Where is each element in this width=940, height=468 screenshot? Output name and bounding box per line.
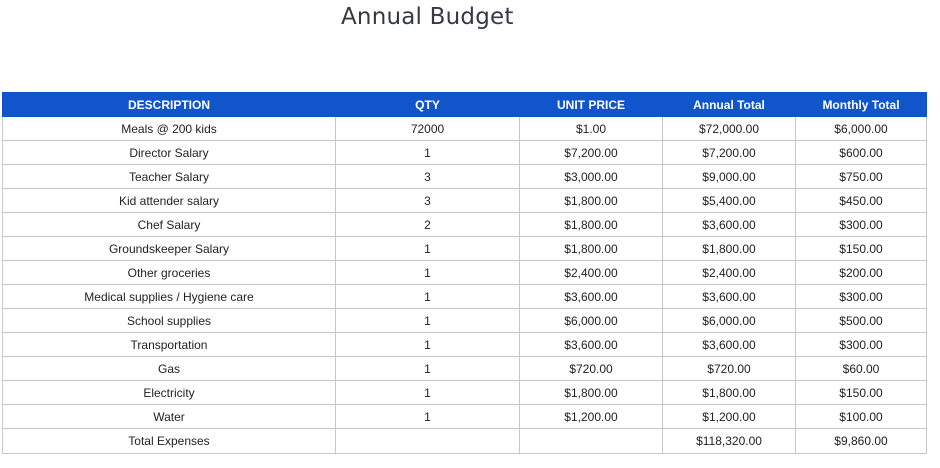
table-header-row: DESCRIPTION QTY UNIT PRICE Annual Total … [2, 92, 927, 117]
header-unit-price: UNIT PRICE [519, 92, 663, 117]
table-row: Other groceries 1 $2,400.00 $2,400.00 $2… [2, 260, 927, 285]
cell-unit-price: $1,200.00 [519, 404, 663, 429]
budget-table: DESCRIPTION QTY UNIT PRICE Annual Total … [2, 92, 927, 454]
cell-monthly-total: $500.00 [795, 308, 927, 333]
cell-unit-price: $1,800.00 [519, 380, 663, 405]
cell-annual-total: $2,400.00 [662, 260, 796, 285]
table-row: Teacher Salary 3 $3,000.00 $9,000.00 $75… [2, 164, 927, 189]
cell-qty: 3 [335, 164, 520, 189]
cell-unit-price: $2,400.00 [519, 260, 663, 285]
cell-qty: 1 [335, 308, 520, 333]
table-row: Medical supplies / Hygiene care 1 $3,600… [2, 284, 927, 309]
cell-qty: 3 [335, 188, 520, 213]
page-title: Annual Budget [341, 4, 514, 30]
cell-annual-total: $3,600.00 [662, 284, 796, 309]
table-row: School supplies 1 $6,000.00 $6,000.00 $5… [2, 308, 927, 333]
cell-qty: 1 [335, 140, 520, 165]
cell-unit-price [519, 428, 663, 454]
cell-description: School supplies [2, 308, 336, 333]
cell-description: Total Expenses [2, 428, 336, 454]
cell-unit-price: $1,800.00 [519, 212, 663, 237]
cell-qty: 1 [335, 260, 520, 285]
cell-description: Other groceries [2, 260, 336, 285]
cell-annual-total: $1,800.00 [662, 236, 796, 261]
cell-qty: 1 [335, 356, 520, 381]
header-qty: QTY [335, 92, 520, 117]
cell-monthly-total: $300.00 [795, 332, 927, 357]
cell-description: Electricity [2, 380, 336, 405]
cell-monthly-total: $150.00 [795, 380, 927, 405]
table-row: Water 1 $1,200.00 $1,200.00 $100.00 [2, 404, 927, 429]
cell-unit-price: $720.00 [519, 356, 663, 381]
header-description: DESCRIPTION [2, 92, 336, 117]
cell-annual-total: $3,600.00 [662, 212, 796, 237]
cell-annual-total: $1,200.00 [662, 404, 796, 429]
cell-unit-price: $6,000.00 [519, 308, 663, 333]
cell-monthly-total: $100.00 [795, 404, 927, 429]
cell-description: Teacher Salary [2, 164, 336, 189]
cell-annual-total: $720.00 [662, 356, 796, 381]
cell-annual-total: $118,320.00 [662, 428, 796, 454]
cell-description: Transportation [2, 332, 336, 357]
cell-unit-price: $3,600.00 [519, 332, 663, 357]
header-monthly-total: Monthly Total [795, 92, 927, 117]
cell-unit-price: $1.00 [519, 116, 663, 141]
table-row: Director Salary 1 $7,200.00 $7,200.00 $6… [2, 140, 927, 165]
table-row: Kid attender salary 3 $1,800.00 $5,400.0… [2, 188, 927, 213]
table-row: Groundskeeper Salary 1 $1,800.00 $1,800.… [2, 236, 927, 261]
header-annual-total: Annual Total [662, 92, 796, 117]
table-row: Chef Salary 2 $1,800.00 $3,600.00 $300.0… [2, 212, 927, 237]
cell-description: Groundskeeper Salary [2, 236, 336, 261]
table-row: Electricity 1 $1,800.00 $1,800.00 $150.0… [2, 380, 927, 405]
cell-qty: 1 [335, 380, 520, 405]
cell-unit-price: $3,000.00 [519, 164, 663, 189]
cell-qty: 1 [335, 284, 520, 309]
cell-monthly-total: $60.00 [795, 356, 927, 381]
cell-description: Kid attender salary [2, 188, 336, 213]
cell-annual-total: $1,800.00 [662, 380, 796, 405]
cell-monthly-total: $6,000.00 [795, 116, 927, 141]
cell-description: Director Salary [2, 140, 336, 165]
cell-annual-total: $9,000.00 [662, 164, 796, 189]
cell-qty: 1 [335, 404, 520, 429]
cell-monthly-total: $600.00 [795, 140, 927, 165]
cell-unit-price: $3,600.00 [519, 284, 663, 309]
cell-annual-total: $7,200.00 [662, 140, 796, 165]
total-expenses-row: Total Expenses $118,320.00 $9,860.00 [2, 428, 927, 454]
cell-description: Chef Salary [2, 212, 336, 237]
cell-annual-total: $6,000.00 [662, 308, 796, 333]
cell-unit-price: $7,200.00 [519, 140, 663, 165]
cell-monthly-total: $300.00 [795, 284, 927, 309]
cell-annual-total: $5,400.00 [662, 188, 796, 213]
cell-qty: 2 [335, 212, 520, 237]
cell-monthly-total: $750.00 [795, 164, 927, 189]
cell-annual-total: $3,600.00 [662, 332, 796, 357]
cell-description: Meals @ 200 kids [2, 116, 336, 141]
cell-qty [335, 428, 520, 454]
cell-monthly-total: $300.00 [795, 212, 927, 237]
cell-annual-total: $72,000.00 [662, 116, 796, 141]
cell-monthly-total: $150.00 [795, 236, 927, 261]
cell-qty: 1 [335, 236, 520, 261]
cell-unit-price: $1,800.00 [519, 236, 663, 261]
cell-monthly-total: $9,860.00 [795, 428, 927, 454]
cell-qty: 1 [335, 332, 520, 357]
table-row: Transportation 1 $3,600.00 $3,600.00 $30… [2, 332, 927, 357]
cell-monthly-total: $200.00 [795, 260, 927, 285]
table-row: Gas 1 $720.00 $720.00 $60.00 [2, 356, 927, 381]
cell-monthly-total: $450.00 [795, 188, 927, 213]
cell-description: Medical supplies / Hygiene care [2, 284, 336, 309]
table-row: Meals @ 200 kids 72000 $1.00 $72,000.00 … [2, 116, 927, 141]
cell-description: Gas [2, 356, 336, 381]
cell-description: Water [2, 404, 336, 429]
cell-qty: 72000 [335, 116, 520, 141]
cell-unit-price: $1,800.00 [519, 188, 663, 213]
